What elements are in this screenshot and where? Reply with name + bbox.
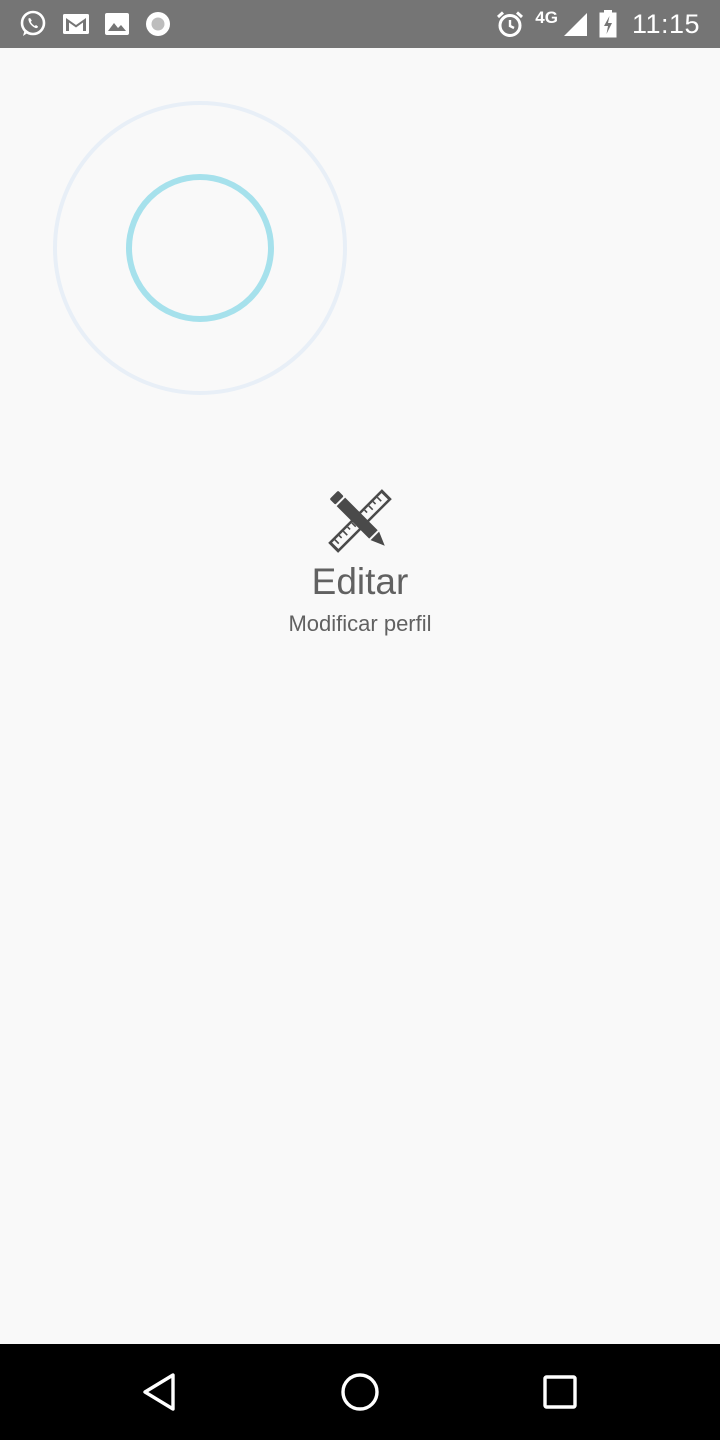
clock: 11:15 [631, 8, 700, 39]
system-icons: 4G 11:15 [495, 6, 700, 42]
gmail-icon [63, 14, 89, 34]
edit-profile-item[interactable]: Editar Modificar perfil [0, 486, 720, 638]
ruler-pencil-icon [328, 489, 392, 553]
status-bar: 4G 11:15 [0, 0, 720, 48]
image-icon [105, 13, 129, 35]
notification-icons [18, 8, 172, 40]
outer-ring [53, 101, 347, 395]
network-type: 4G [535, 8, 558, 27]
back-icon[interactable] [136, 1368, 184, 1416]
alarm-icon [497, 11, 524, 37]
inner-ring [126, 174, 274, 322]
recents-icon[interactable] [536, 1368, 584, 1416]
signal-icon [563, 13, 587, 36]
circle-app-icon [146, 12, 170, 36]
item-subtitle: Modificar perfil [288, 611, 432, 636]
pulse-rings [53, 101, 347, 395]
screen: 4G 11:15 Editar Modificar perfil [0, 0, 720, 1440]
home-icon[interactable] [336, 1368, 384, 1416]
item-title: Editar [311, 561, 409, 602]
battery-charging-icon [599, 10, 617, 38]
whatsapp-icon [20, 10, 46, 36]
navigation-bar [0, 1344, 720, 1440]
